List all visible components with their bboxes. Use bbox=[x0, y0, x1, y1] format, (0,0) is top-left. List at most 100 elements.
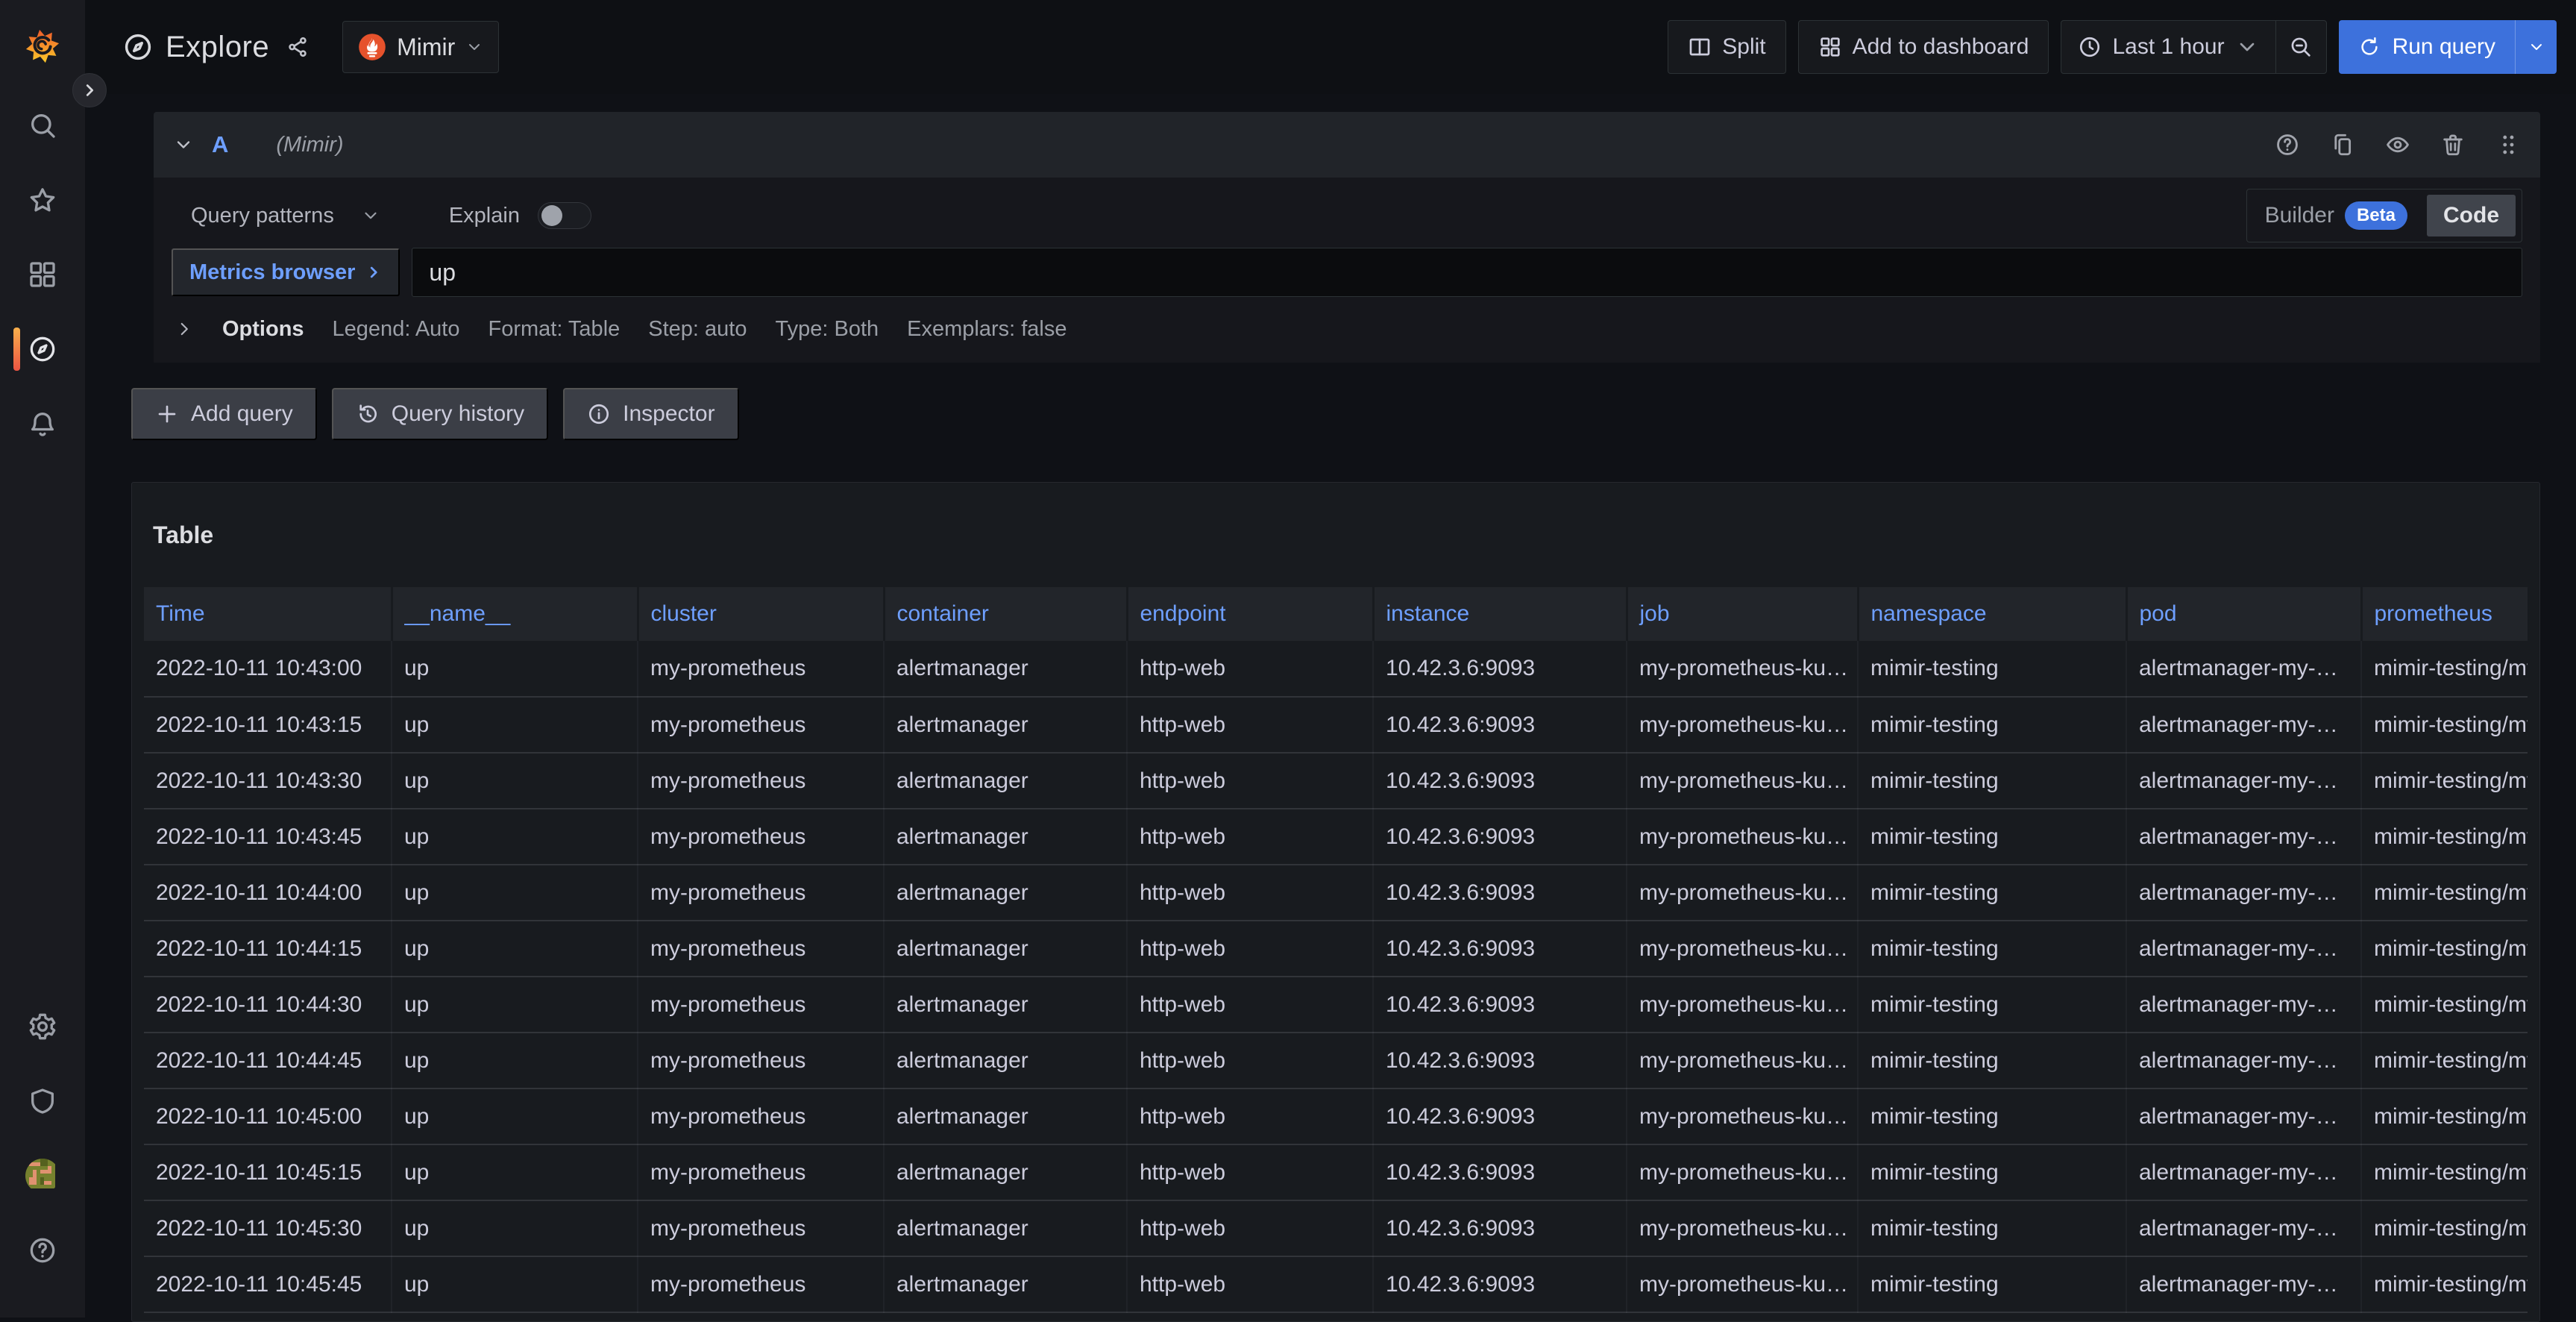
table-panel: Table Time__name__clustercontainerendpoi… bbox=[131, 482, 2540, 1322]
sidebar bbox=[0, 0, 85, 1318]
help-icon[interactable] bbox=[2275, 132, 2300, 157]
options-label[interactable]: Options bbox=[222, 317, 304, 342]
trash-icon[interactable] bbox=[2440, 132, 2466, 157]
option-type: Type: Both bbox=[775, 317, 879, 342]
table-row: 2022-10-11 10:44:00upmy-prometheusalertm… bbox=[144, 865, 2528, 921]
datasource-picker[interactable]: Mimir bbox=[342, 21, 499, 73]
table-header-row: Time__name__clustercontainerendpointinst… bbox=[144, 587, 2528, 641]
sidebar-item-alerting[interactable] bbox=[25, 406, 60, 442]
datasource-name: Mimir bbox=[397, 34, 455, 61]
column-header-container[interactable]: container bbox=[884, 587, 1127, 641]
results-table: Time__name__clustercontainerendpointinst… bbox=[144, 587, 2528, 1313]
chevron-right-icon[interactable] bbox=[175, 319, 194, 339]
table-cell: http-web bbox=[1127, 977, 1373, 1033]
sidebar-item-help[interactable] bbox=[25, 1232, 60, 1268]
sidebar-item-search[interactable] bbox=[25, 107, 60, 143]
table-cell: http-web bbox=[1127, 1256, 1373, 1312]
page-title: Explore bbox=[166, 31, 269, 64]
query-ref-id[interactable]: A bbox=[212, 131, 228, 158]
code-mode-option[interactable]: Code bbox=[2427, 195, 2516, 236]
table-cell: mimir-testing/my bbox=[2361, 921, 2528, 977]
sidebar-expand-button[interactable] bbox=[72, 73, 107, 107]
run-query-button[interactable]: Run query bbox=[2339, 20, 2515, 74]
table-cell: my-prometheus bbox=[638, 1088, 884, 1144]
table-cell: 2022-10-11 10:43:45 bbox=[144, 809, 392, 865]
clock-icon bbox=[2078, 35, 2102, 59]
prometheus-logo-icon bbox=[358, 33, 386, 61]
query-editor: A (Mimir) Query patterns bbox=[131, 112, 2540, 363]
query-editor-body: Query patterns Explain Builder Beta C bbox=[154, 178, 2540, 363]
chevron-down-icon bbox=[465, 38, 483, 56]
table-cell: http-web bbox=[1127, 1200, 1373, 1256]
chevron-down-icon bbox=[361, 206, 380, 225]
table-cell: http-web bbox=[1127, 809, 1373, 865]
copy-icon[interactable] bbox=[2330, 132, 2355, 157]
table-cell: my-prometheus-ku… bbox=[1627, 1256, 1858, 1312]
option-exemplars: Exemplars: false bbox=[907, 317, 1066, 342]
table-cell: up bbox=[392, 1033, 638, 1088]
plus-icon bbox=[155, 402, 179, 426]
collapse-chevron-icon[interactable] bbox=[173, 134, 194, 155]
sidebar-item-server-admin[interactable] bbox=[25, 1083, 60, 1119]
add-to-dashboard-button[interactable]: Add to dashboard bbox=[1798, 20, 2049, 74]
table-cell: my-prometheus-ku… bbox=[1627, 641, 1858, 697]
add-query-button[interactable]: Add query bbox=[131, 388, 317, 440]
column-header-instance[interactable]: instance bbox=[1373, 587, 1627, 641]
sidebar-item-profile[interactable] bbox=[25, 1158, 60, 1194]
inspector-button[interactable]: Inspector bbox=[563, 388, 738, 440]
query-code-input[interactable]: up bbox=[412, 248, 2522, 297]
column-header-endpoint[interactable]: endpoint bbox=[1127, 587, 1373, 641]
metrics-browser-button[interactable]: Metrics browser bbox=[172, 248, 400, 296]
column-header-namespace[interactable]: namespace bbox=[1858, 587, 2126, 641]
table-cell: http-web bbox=[1127, 1144, 1373, 1200]
table-cell: my-prometheus bbox=[638, 921, 884, 977]
table-cell: my-prometheus bbox=[638, 865, 884, 921]
compass-icon bbox=[122, 31, 154, 63]
table-cell: 2022-10-11 10:45:45 bbox=[144, 1256, 392, 1312]
chevron-right-icon bbox=[365, 264, 382, 281]
question-circle-icon bbox=[28, 1235, 57, 1265]
table-cell: mimir-testing bbox=[1858, 809, 2126, 865]
zoom-out-button[interactable] bbox=[2275, 21, 2326, 73]
table-row: 2022-10-11 10:43:30upmy-prometheusalertm… bbox=[144, 753, 2528, 809]
drag-handle-icon[interactable] bbox=[2495, 132, 2521, 157]
column-header-job[interactable]: job bbox=[1627, 587, 1858, 641]
table-row: 2022-10-11 10:45:45upmy-prometheusalertm… bbox=[144, 1256, 2528, 1312]
sidebar-item-configuration[interactable] bbox=[25, 1009, 60, 1044]
grafana-logo[interactable] bbox=[23, 27, 62, 66]
table-cell: alertmanager-my-… bbox=[2126, 641, 2361, 697]
builder-mode-option[interactable]: Builder Beta bbox=[2253, 201, 2419, 230]
table-cell: my-prometheus-ku… bbox=[1627, 921, 1858, 977]
column-header-pod[interactable]: pod bbox=[2126, 587, 2361, 641]
sidebar-item-starred[interactable] bbox=[25, 182, 60, 218]
sidebar-item-explore[interactable] bbox=[25, 331, 60, 367]
table-cell: mimir-testing bbox=[1858, 1088, 2126, 1144]
time-range-picker[interactable]: Last 1 hour bbox=[2061, 21, 2275, 73]
column-header-name[interactable]: __name__ bbox=[392, 587, 638, 641]
split-label: Split bbox=[1722, 34, 1765, 60]
column-header-cluster[interactable]: cluster bbox=[638, 587, 884, 641]
table-row: 2022-10-11 10:43:15upmy-prometheusalertm… bbox=[144, 697, 2528, 753]
table-cell: 2022-10-11 10:45:15 bbox=[144, 1144, 392, 1200]
panel-header[interactable]: Table bbox=[132, 483, 2539, 587]
sidebar-item-dashboards[interactable] bbox=[25, 257, 60, 292]
query-patterns-dropdown[interactable]: Query patterns bbox=[191, 204, 380, 228]
table-cell: up bbox=[392, 865, 638, 921]
split-button[interactable]: Split bbox=[1668, 20, 1785, 74]
table-cell: mimir-testing/my bbox=[2361, 641, 2528, 697]
share-icon[interactable] bbox=[286, 35, 310, 59]
table-cell: 10.42.3.6:9093 bbox=[1373, 1144, 1627, 1200]
column-header-prometheus[interactable]: prometheus bbox=[2361, 587, 2528, 641]
table-cell: my-prometheus bbox=[638, 1144, 884, 1200]
table-cell: alertmanager-my-… bbox=[2126, 1144, 2361, 1200]
column-header-Time[interactable]: Time bbox=[144, 587, 392, 641]
table-cell: mimir-testing bbox=[1858, 921, 2126, 977]
eye-icon[interactable] bbox=[2385, 132, 2410, 157]
table-row: 2022-10-11 10:45:15upmy-prometheusalertm… bbox=[144, 1144, 2528, 1200]
table-cell: alertmanager bbox=[884, 1256, 1127, 1312]
explain-toggle[interactable] bbox=[538, 202, 591, 229]
query-row-actions bbox=[2275, 132, 2521, 157]
query-history-button[interactable]: Query history bbox=[332, 388, 548, 440]
run-query-dropdown-toggle[interactable] bbox=[2515, 20, 2557, 74]
table-cell: mimir-testing bbox=[1858, 1200, 2126, 1256]
